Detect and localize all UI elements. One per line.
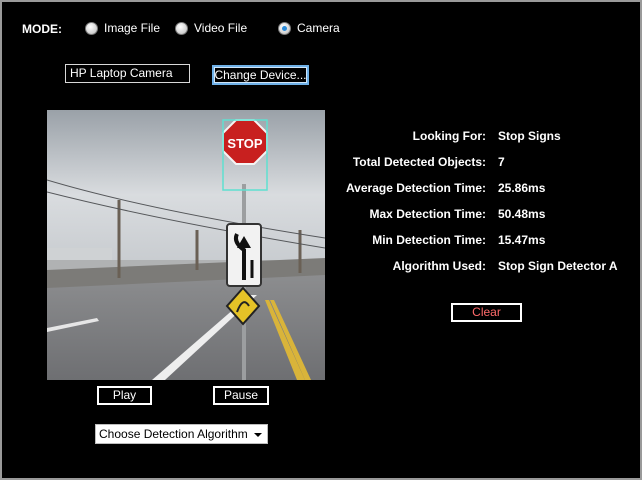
radio-circle-icon[interactable] (85, 21, 98, 35)
stat-value-looking-for: Stop Signs (498, 129, 561, 143)
video-preview: STOP (47, 110, 325, 380)
stat-label-min-time: Min Detection Time: (372, 233, 486, 247)
device-field[interactable]: HP Laptop Camera (65, 64, 190, 83)
stat-value-algorithm-used: Stop Sign Detector A (498, 259, 618, 273)
pause-button[interactable]: Pause (213, 386, 269, 405)
stat-value-total-detected: 7 (498, 155, 505, 169)
mode-label: MODE: (22, 22, 62, 36)
radio-label: Image File (104, 21, 161, 35)
radio-circle-icon[interactable] (175, 21, 188, 35)
select-value: Choose Detection Algorithm (99, 427, 248, 441)
stat-label-max-time: Max Detection Time: (369, 207, 486, 221)
stat-value-min-time: 15.47ms (498, 233, 546, 247)
stat-value-max-time: 50.48ms (498, 207, 546, 221)
dropdown-arrow-icon[interactable] (254, 433, 262, 437)
stat-label-algorithm-used: Algorithm Used: (392, 259, 486, 273)
play-button[interactable]: Play (97, 386, 152, 405)
radio-selected-icon[interactable] (278, 21, 291, 35)
app-window: MODE: Image File Video File Camera HP La… (0, 0, 642, 480)
radio-label: Camera (297, 21, 340, 35)
radio-camera[interactable]: Camera (278, 21, 340, 35)
stat-value-average-time: 25.86ms (498, 181, 546, 195)
clear-button[interactable]: Clear (451, 303, 522, 322)
stop-sign-text: STOP (227, 136, 262, 151)
radio-image-file[interactable]: Image File (85, 21, 160, 35)
change-device-button[interactable]: Change Device... (212, 65, 309, 85)
stat-label-looking-for: Looking For: (412, 129, 486, 143)
detection-algorithm-select[interactable]: Choose Detection Algorithm (95, 424, 268, 444)
stat-label-average-time: Average Detection Time: (345, 181, 486, 195)
stat-label-total-detected: Total Detected Objects: (352, 155, 486, 169)
radio-video-file[interactable]: Video File (175, 21, 247, 35)
camera-frame-image: STOP (47, 110, 325, 380)
radio-label: Video File (194, 21, 248, 35)
